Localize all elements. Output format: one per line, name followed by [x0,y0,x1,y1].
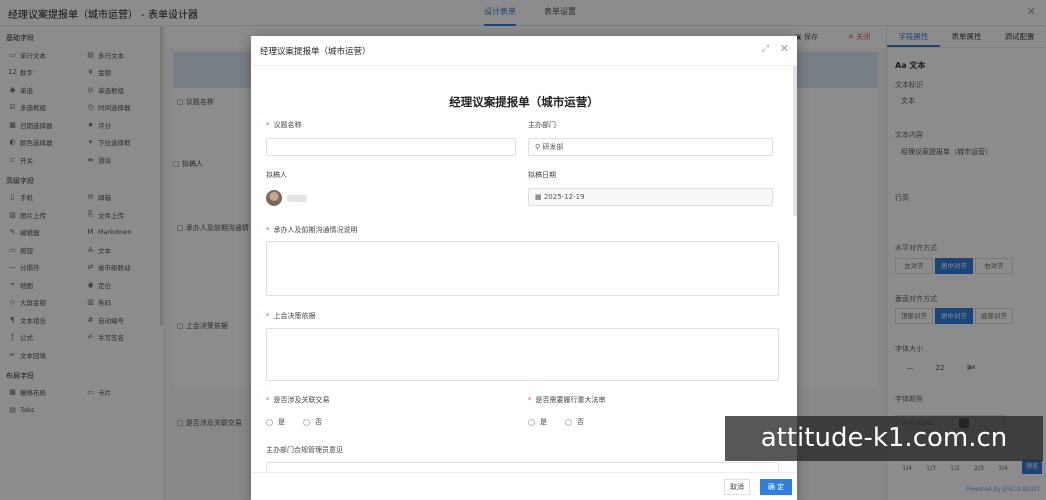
maximize-icon[interactable]: ⤢ [762,44,769,54]
basis-label: * 上会决策依据 [266,312,316,320]
ok-button[interactable]: 确 定 [760,479,792,495]
related-no-radio[interactable]: 否 [303,417,322,427]
required-mark: * [266,121,270,129]
modal-footer: 取消 确 定 [251,472,797,500]
cancel-button[interactable]: 取消 [724,479,750,495]
related-label: * 是否涉及关联交易 [266,396,330,404]
required-mark: * [528,396,532,404]
related-yes-radio[interactable]: 是 [266,417,285,427]
topic-input[interactable] [266,138,516,156]
close-icon[interactable]: ✕ [780,42,789,55]
topic-label: * 议题名称 [266,121,302,129]
radio-circle [565,418,572,426]
avatar [266,190,282,206]
draft-date-label: 拟稿日期 [528,171,556,179]
draft-date-input[interactable]: ▦ 2025-12-19 [528,188,773,206]
compliance-label: 主办部门合规管理员意见 [266,446,343,454]
radio-circle [303,418,310,426]
undertaker-textarea[interactable] [266,241,779,296]
radio-circle [266,418,273,426]
drafter-label: 拟稿人 [266,171,287,179]
compliance-textarea[interactable] [266,462,779,472]
calendar-icon: ▦ [535,193,544,201]
required-mark: * [266,226,270,234]
basis-textarea[interactable] [266,328,779,381]
legal-no-radio[interactable]: 否 [565,417,584,427]
required-mark: * [266,396,270,404]
dept-input[interactable]: ⚲ 研发部 [528,138,773,156]
radio-circle [528,418,535,426]
dept-label: 主办部门 [528,121,556,129]
undertaker-label: * 承办人及前期沟通情况说明 [266,226,358,234]
drafter-name [287,195,307,202]
legal-label: * 是否需要履行重大法审 [528,396,606,404]
modal-header: 经理议案提报单（城市运营） ⤢ ✕ [251,36,797,66]
preview-modal: 经理议案提报单（城市运营） ⤢ ✕ 经理议案提报单（城市运营） * 议题名称 主办… [251,36,797,500]
modal-scrollbar[interactable] [793,66,797,216]
modal-title: 经理议案提报单（城市运营） [260,47,371,57]
form-title: 经理议案提报单（城市运营） [449,95,599,109]
watermark: attitude-k1.com.cn [725,416,1043,461]
required-mark: * [266,312,270,320]
legal-yes-radio[interactable]: 是 [528,417,547,427]
